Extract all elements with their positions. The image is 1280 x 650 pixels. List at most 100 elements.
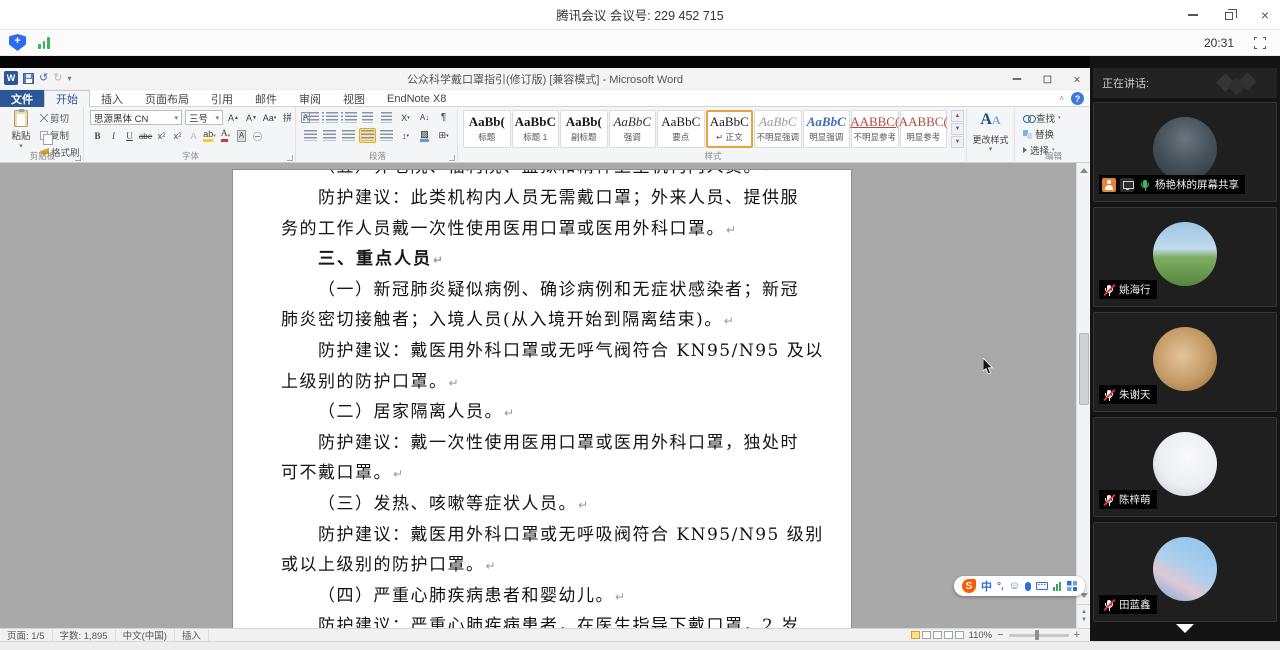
sogou-logo-icon[interactable]: S	[962, 579, 976, 593]
chinese-mode-icon[interactable]: 中	[981, 578, 992, 594]
font-color-button[interactable]: A▾	[218, 129, 233, 143]
ribbon-tab[interactable]: 页面布局	[134, 90, 200, 107]
zoom-out-icon[interactable]: −	[997, 630, 1003, 641]
font-size-combobox[interactable]: 三号▾	[185, 110, 223, 125]
more-participants-arrow-icon[interactable]	[1176, 624, 1194, 633]
find-button[interactable]: 查找▾	[1023, 111, 1061, 125]
borders-button[interactable]: ⊞▾	[435, 128, 452, 143]
fullscreen-icon[interactable]	[1254, 37, 1266, 49]
style-item[interactable]: AaBb( 副标题	[560, 110, 608, 148]
shrink-font-button[interactable]: A▼	[244, 111, 259, 125]
participant-tile[interactable]: 朱谢天	[1093, 312, 1277, 412]
word-app-icon[interactable]: W	[4, 71, 18, 85]
underline-button[interactable]: U	[122, 129, 137, 143]
gallery-down-icon[interactable]: ▼	[951, 123, 964, 135]
distribute-button[interactable]	[378, 128, 395, 143]
bold-button[interactable]: B	[90, 129, 105, 143]
gallery-up-icon[interactable]: ▲	[951, 110, 964, 122]
copy-button[interactable]: 复制	[40, 128, 80, 142]
clipboard-dialog-launcher-icon[interactable]	[75, 155, 81, 161]
style-item[interactable]: AABBC( 明显参考	[900, 110, 948, 148]
phonetic-guide-button[interactable]: 拼	[280, 111, 295, 125]
participant-tile[interactable]: 杨艳林的屏幕共享	[1093, 102, 1277, 202]
font-dialog-launcher-icon[interactable]	[287, 155, 293, 161]
zoom-slider-thumb[interactable]	[1035, 630, 1039, 640]
highlight-button[interactable]: ab▾	[202, 129, 217, 143]
grow-font-button[interactable]: A▲	[226, 111, 241, 125]
meeting-security-icon[interactable]	[9, 34, 26, 51]
help-icon[interactable]: ?	[1071, 92, 1084, 105]
word-minimize-button[interactable]	[1011, 73, 1023, 85]
gallery-more-icon[interactable]: ▼	[951, 136, 964, 148]
font-name-combobox[interactable]: 思源黑体 CN▾	[90, 110, 182, 125]
style-item[interactable]: AaBbC 标题 1	[512, 110, 560, 148]
sort-button[interactable]: A↓	[416, 110, 433, 125]
qat-dropdown-icon[interactable]: ▾	[67, 74, 71, 83]
ribbon-tab[interactable]: EndNote X8	[376, 90, 457, 107]
vertical-scrollbar[interactable]: ▲▼	[1076, 163, 1090, 628]
status-page[interactable]: 页面: 1/5	[0, 629, 53, 641]
superscript-button[interactable]: x2	[170, 129, 185, 143]
align-right-button[interactable]	[340, 128, 357, 143]
toolbox-icon[interactable]	[1067, 581, 1077, 591]
level-icon[interactable]	[1053, 582, 1062, 591]
fullscreen-reading-icon[interactable]	[922, 631, 931, 639]
status-insert-mode[interactable]: 插入	[175, 629, 209, 641]
change-case-button[interactable]: Aa▾	[262, 111, 277, 125]
style-item[interactable]: AaBbC 不明显强调	[754, 110, 802, 148]
document-page[interactable]: （五）养老院、福利院、监狱和精神卫生机构内人员。↵ 防护建议：此类机构内人员无需…	[232, 169, 852, 628]
subscript-button[interactable]: x2	[154, 129, 169, 143]
scrollbar-thumb[interactable]	[1079, 333, 1089, 405]
justify-button[interactable]	[359, 128, 376, 143]
text-effects-button[interactable]: A	[186, 129, 201, 143]
voice-input-icon[interactable]	[1025, 582, 1031, 591]
ribbon-tab[interactable]: 文件	[0, 90, 44, 107]
cut-button[interactable]: 剪切	[40, 111, 80, 125]
web-layout-icon[interactable]	[933, 631, 942, 639]
word-maximize-button[interactable]	[1041, 73, 1053, 85]
align-left-button[interactable]	[302, 128, 319, 143]
bullets-button[interactable]	[302, 110, 319, 125]
redo-icon[interactable]: ↻	[53, 73, 62, 84]
replace-button[interactable]: 替换	[1023, 127, 1054, 141]
style-item[interactable]: AaBbC 明显强调	[803, 110, 851, 148]
zoom-in-icon[interactable]: +	[1074, 630, 1080, 641]
minimize-button[interactable]	[1186, 8, 1200, 22]
close-button[interactable]: ×	[1258, 8, 1272, 22]
page-browse-buttons[interactable]: ▲▼	[1077, 604, 1090, 626]
ribbon-tab[interactable]: 开始	[44, 90, 90, 107]
decrease-indent-button[interactable]	[359, 110, 376, 125]
ribbon-tab[interactable]: 引用	[200, 90, 244, 107]
change-styles-button[interactable]: AA 更改样式 ▾	[967, 107, 1015, 163]
strikethrough-button[interactable]: abe	[138, 129, 153, 143]
word-close-button[interactable]: ×	[1071, 73, 1083, 85]
numbering-button[interactable]	[321, 110, 338, 125]
ribbon-tab[interactable]: 视图	[332, 90, 376, 107]
network-signal-icon[interactable]	[38, 37, 50, 49]
zoom-slider[interactable]	[1009, 634, 1069, 637]
soft-keyboard-icon[interactable]	[1036, 582, 1048, 590]
style-item[interactable]: AaBbC 强调	[609, 110, 657, 148]
ribbon-tab[interactable]: 插入	[90, 90, 134, 107]
ribbon-tab[interactable]: 审阅	[288, 90, 332, 107]
scroll-up-icon[interactable]	[1077, 163, 1090, 177]
undo-icon[interactable]: ↺	[39, 73, 48, 84]
style-item[interactable]: AaBb( 标题	[463, 110, 511, 148]
status-wordcount[interactable]: 字数: 1,895	[53, 629, 116, 641]
participant-tile[interactable]: 田蓝鑫	[1093, 522, 1277, 622]
line-spacing-button[interactable]: ↕▾	[397, 128, 414, 143]
save-icon[interactable]	[23, 73, 34, 84]
enclose-characters-button[interactable]: ㊀	[250, 129, 265, 143]
ribbon-tab[interactable]: 邮件	[244, 90, 288, 107]
character-shading-button[interactable]: A	[234, 129, 249, 143]
increase-indent-button[interactable]	[378, 110, 395, 125]
participant-tile[interactable]: 姚海行	[1093, 207, 1277, 307]
show-marks-button[interactable]: ¶	[435, 110, 452, 125]
paste-button[interactable]: 粘贴 ▾	[5, 110, 37, 150]
participant-tile[interactable]: 陈梓萌	[1093, 417, 1277, 517]
asian-layout-button[interactable]: X▾	[397, 110, 414, 125]
ime-toolbar[interactable]: S 中 °, ☺	[954, 576, 1085, 596]
status-language[interactable]: 中文(中国)	[116, 629, 175, 641]
style-item[interactable]: AaBbC 要点	[657, 110, 705, 148]
draft-view-icon[interactable]	[955, 631, 964, 639]
